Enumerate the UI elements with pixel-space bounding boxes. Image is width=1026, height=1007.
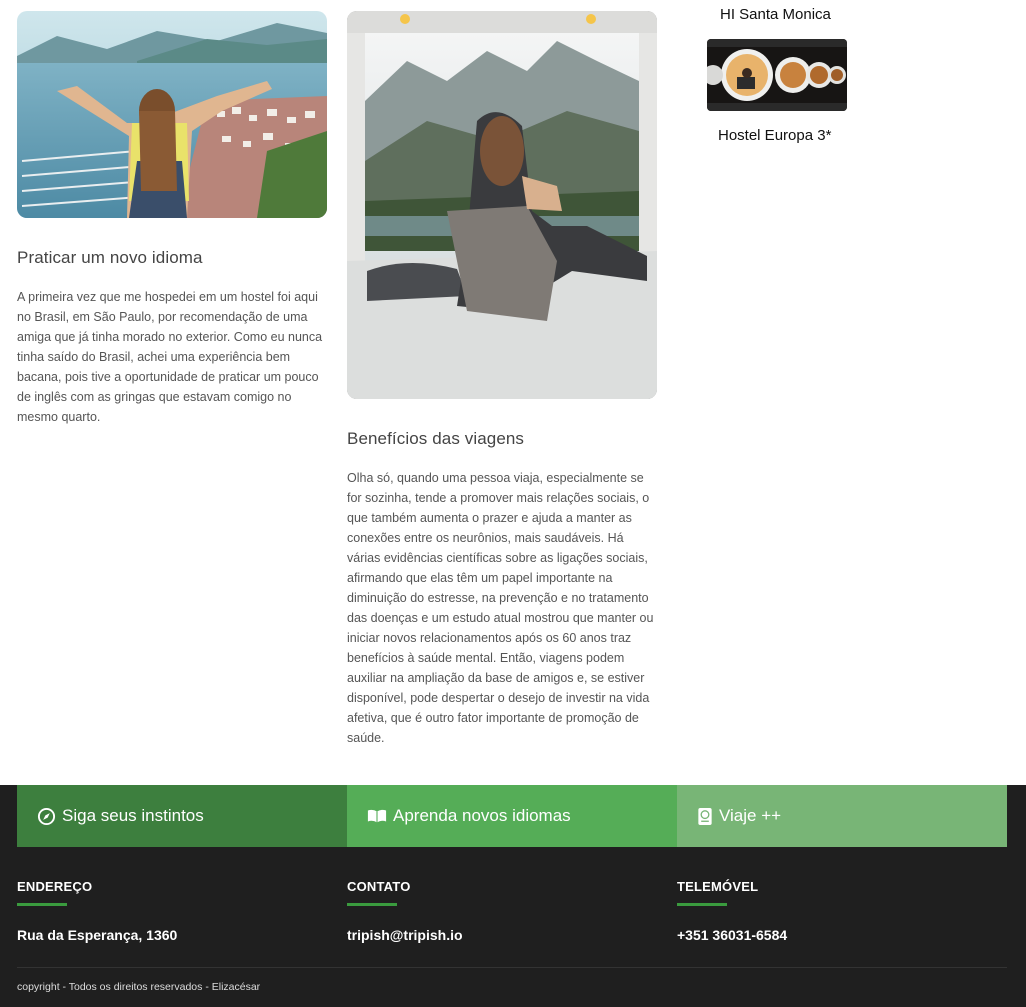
heading-underline (17, 903, 67, 906)
feature-label: Viaje ++ (719, 806, 782, 825)
footer-address: ENDEREÇO Rua da Esperança, 1360 (17, 879, 177, 943)
footer-heading: CONTATO (347, 879, 411, 894)
article-title: Benefícios das viagens (347, 429, 525, 448)
phone-link[interactable]: +351 36031-6584 (677, 927, 787, 943)
article-title: Praticar um novo idioma (17, 248, 203, 267)
feature-travel[interactable]: Viaje ++ (677, 785, 1007, 847)
article-card-language: Praticar um novo idioma A primeira vez q… (17, 11, 327, 427)
address-text: Rua da Esperança, 1360 (17, 927, 178, 943)
footer-divider (17, 967, 1007, 968)
article-card-benefits: Benefícios das viagens Olha só, quando u… (347, 11, 657, 748)
hostel-image-europa[interactable] (707, 39, 847, 111)
feature-languages[interactable]: Aprenda novos idiomas (347, 785, 677, 847)
article-body: A primeira vez que me hospedei em um hos… (17, 290, 323, 424)
article-image-van[interactable] (347, 11, 657, 399)
compass-icon (37, 807, 56, 826)
hostel-link-santa-monica[interactable]: HI Santa Monica (720, 6, 831, 23)
footer-contact: CONTATO tripish@tripish.io (347, 879, 463, 943)
article-image-harbor[interactable] (17, 11, 327, 218)
contact-email-link[interactable]: tripish@tripish.io (347, 927, 463, 943)
book-open-icon (367, 808, 387, 824)
footer-phone: TELEMÓVEL +351 36031-6584 (677, 879, 787, 943)
hostel-link-europa[interactable]: Hostel Europa 3* (718, 127, 831, 144)
feature-label: Siga seus instintos (62, 806, 204, 825)
feature-instincts[interactable]: Siga seus instintos (17, 785, 347, 847)
heading-underline (347, 903, 397, 906)
passport-icon (697, 807, 713, 826)
footer-heading: ENDEREÇO (17, 879, 93, 894)
heading-underline (677, 903, 727, 906)
footer-heading: TELEMÓVEL (677, 879, 759, 894)
feature-label: Aprenda novos idiomas (393, 806, 571, 825)
copyright-text: copyright - Todos os direitos reservados… (17, 981, 261, 993)
article-body: Olha só, quando uma pessoa viaja, especi… (347, 471, 654, 745)
